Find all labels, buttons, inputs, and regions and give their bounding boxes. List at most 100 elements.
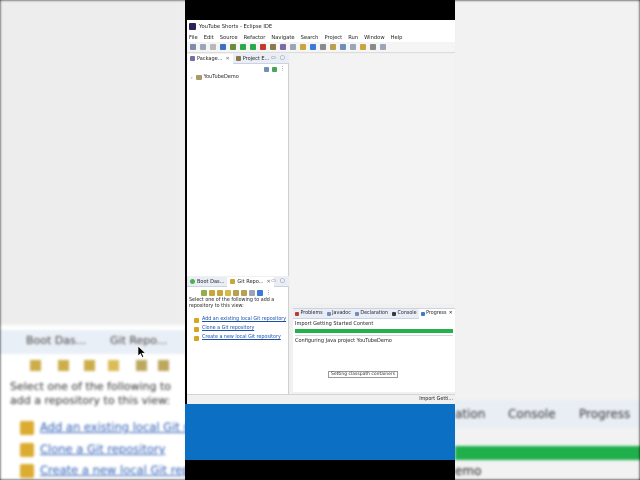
status-text[interactable]: Import Getti...: [419, 397, 453, 402]
forward-icon[interactable]: [360, 44, 366, 50]
class-icon[interactable]: [280, 44, 286, 50]
project-name: YouTubeDemo: [203, 74, 239, 80]
next-icon[interactable]: [330, 44, 336, 50]
menu-project[interactable]: Project: [324, 35, 342, 41]
progress-bar-fill: [295, 329, 453, 333]
menu-file[interactable]: File: [189, 35, 198, 41]
progress-task-name: Import Getting Started Content: [295, 321, 374, 327]
package-icon[interactable]: [270, 44, 276, 50]
add-repository-link-icon: [194, 318, 199, 323]
menu-edit[interactable]: Edit: [204, 35, 214, 41]
link-editor-icon[interactable]: [272, 66, 277, 72]
package-explorer-tab-row: Package... ✕ Project E... ▭ ▢: [187, 53, 289, 64]
git-description: Select one of the following to add a rep…: [189, 298, 275, 309]
menu-bar: File Edit Source Refactor Navigate Search Proj…: [187, 33, 455, 42]
git-tab-row: Boot Das... Git Repo... ✕ ▭ ▢: [187, 276, 289, 287]
tab-boot-dashboard[interactable]: Boot Das...: [187, 277, 227, 287]
menu-window[interactable]: Window: [364, 35, 384, 41]
declaration-icon: [354, 311, 359, 316]
tab-javadoc[interactable]: Javadoc: [325, 309, 353, 319]
maximize-icon[interactable]: ▢: [280, 278, 285, 284]
new-icon[interactable]: [190, 44, 196, 50]
open-type-icon[interactable]: [290, 44, 296, 50]
minimize-icon[interactable]: ▭: [271, 55, 276, 61]
background-dim: [0, 0, 185, 480]
link-icon[interactable]: [241, 289, 247, 296]
tree-item-project[interactable]: › YouTubeDemo: [191, 74, 239, 80]
window-title: YouTube Shorts - Eclipse IDE: [199, 23, 273, 30]
save-all-icon[interactable]: [210, 44, 216, 50]
eclipse-window: YouTube Shorts - Eclipse IDE File Edit Sou…: [187, 20, 455, 404]
add-existing-repository-link[interactable]: Add an existing local Git repository: [202, 317, 286, 322]
package-explorer-view: Package... ✕ Project E... ▭ ▢ ⋮ › YouTub…: [187, 53, 289, 276]
prev-icon[interactable]: [340, 44, 346, 50]
view-menu-icon[interactable]: ⋮: [280, 66, 285, 72]
task-icon[interactable]: [310, 44, 316, 50]
tab-problems[interactable]: Problems: [293, 309, 325, 319]
more-icon[interactable]: [380, 44, 386, 50]
clone-repository-icon[interactable]: [217, 289, 223, 296]
collapse-icon[interactable]: [233, 289, 239, 296]
tab-git-repositories[interactable]: Git Repo... ✕: [227, 276, 274, 287]
bottom-tab-row: Problems Javadoc Declaration Console Progres…: [293, 308, 455, 319]
main-toolbar: [187, 42, 455, 53]
stop-icon[interactable]: [260, 44, 266, 50]
view-mode-icon[interactable]: [257, 289, 263, 296]
tooltip: Setting classpath containers: [328, 371, 399, 378]
menu-search[interactable]: Search: [301, 35, 319, 41]
tab-label: Project E...: [242, 55, 270, 62]
tab-project-explorer[interactable]: Project E...: [233, 54, 273, 64]
tab-label: Progress: [426, 311, 447, 316]
video-frame: YouTube Shorts - Eclipse IDE File Edit Sou…: [185, 0, 455, 480]
menu-run[interactable]: Run: [348, 35, 358, 41]
video-blue-bar: [185, 404, 455, 460]
editor-area: [290, 54, 455, 304]
view-menu-icon[interactable]: ⋮: [266, 290, 271, 296]
javadoc-icon: [326, 311, 331, 316]
tab-declaration[interactable]: Declaration: [353, 309, 390, 319]
search-icon[interactable]: [300, 44, 306, 50]
divider: [295, 335, 453, 336]
tab-progress[interactable]: Progress ✕: [418, 308, 455, 319]
back-icon[interactable]: [350, 44, 356, 50]
tab-console[interactable]: Console: [390, 309, 419, 319]
close-icon[interactable]: ✕: [226, 56, 230, 62]
create-repository-link[interactable]: Create a new local Git repository: [202, 335, 281, 340]
run-icon[interactable]: [240, 44, 246, 50]
progress-view: Problems Javadoc Declaration Console Progres…: [293, 308, 455, 392]
create-repository-icon[interactable]: [225, 289, 231, 296]
status-bar: Import Getti...: [187, 394, 455, 404]
add-repository-icon[interactable]: [209, 289, 215, 296]
screenshot-stage: Boot Das... Git Repo... Select one of th…: [0, 0, 640, 480]
project-folder-icon: [195, 74, 202, 80]
pin-icon[interactable]: [370, 44, 376, 50]
tab-label: Console: [397, 311, 417, 316]
mouse-cursor-icon: [138, 346, 147, 358]
save-icon[interactable]: [200, 44, 206, 50]
title-bar[interactable]: YouTube Shorts - Eclipse IDE: [187, 20, 455, 33]
minimize-icon[interactable]: ▭: [271, 278, 276, 284]
menu-help[interactable]: Help: [391, 35, 403, 41]
tab-label: Problems: [300, 311, 323, 316]
expand-arrow-icon[interactable]: ›: [191, 75, 193, 80]
collapse-all-icon[interactable]: [264, 66, 269, 72]
run-last-icon[interactable]: [250, 44, 256, 50]
progress-subtask: Configuring Java project YouTubeDemo: [295, 338, 392, 344]
annotation-icon[interactable]: [320, 44, 326, 50]
debug-icon[interactable]: [230, 44, 236, 50]
refresh-icon[interactable]: [201, 289, 207, 296]
git-toolbar: ⋮: [201, 288, 271, 297]
close-icon[interactable]: ✕: [449, 311, 453, 316]
filter-icon[interactable]: [249, 289, 255, 296]
maximize-icon[interactable]: ▢: [280, 55, 285, 61]
tab-package-explorer[interactable]: Package... ✕: [187, 53, 233, 64]
clone-repository-link[interactable]: Clone a Git repository: [202, 326, 254, 331]
menu-refactor[interactable]: Refactor: [244, 35, 266, 41]
tab-label: Declaration: [360, 311, 389, 316]
problems-icon: [295, 311, 299, 316]
menu-source[interactable]: Source: [220, 35, 238, 41]
menu-navigate[interactable]: Navigate: [271, 35, 294, 41]
background-tab-declaration: ation: [455, 407, 486, 421]
eclipse-app-icon: [189, 23, 196, 30]
build-icon[interactable]: [220, 44, 226, 50]
